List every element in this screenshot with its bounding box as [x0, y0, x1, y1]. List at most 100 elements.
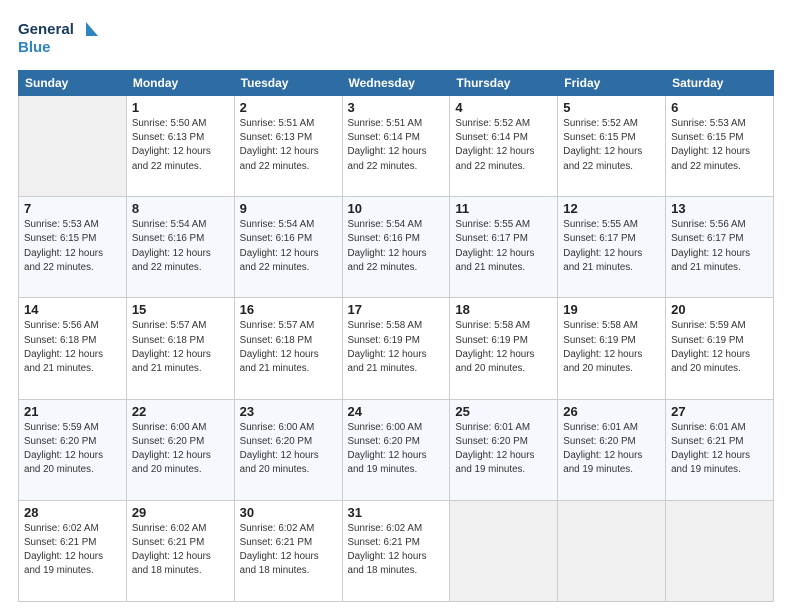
- calendar-cell: 4 Sunrise: 5:52 AMSunset: 6:14 PMDaylight…: [450, 96, 558, 197]
- calendar-cell: [666, 500, 774, 601]
- day-info: Sunrise: 5:51 AMSunset: 6:14 PMDaylight:…: [348, 117, 445, 174]
- day-info: Sunrise: 6:02 AMSunset: 6:21 PMDaylight:…: [348, 522, 445, 579]
- day-info: Sunrise: 5:58 AMSunset: 6:19 PMDaylight:…: [348, 319, 445, 376]
- calendar-cell: 5Sunrise: 5:52 AMSunset: 6:15 PMDaylight…: [558, 96, 666, 197]
- week-row-3: 21 Sunrise: 5:59 AMSunset: 6:20 PMDayligh…: [19, 399, 774, 500]
- calendar-cell: 7 Sunrise: 5:53 AMSunset: 6:15 PMDaylight…: [19, 197, 127, 298]
- day-number: 14: [24, 302, 121, 317]
- day-number: 1: [132, 100, 229, 115]
- day-info: Sunrise: 5:55 AMSunset: 6:17 PMDaylight:…: [455, 218, 552, 275]
- day-number: 28: [24, 505, 121, 520]
- day-number: 3: [348, 100, 445, 115]
- calendar-cell: 16 Sunrise: 5:57 AMSunset: 6:18 PMDayligh…: [234, 298, 342, 399]
- weekday-header-saturday: Saturday: [666, 71, 774, 96]
- calendar-cell: 26 Sunrise: 6:01 AMSunset: 6:20 PMDayligh…: [558, 399, 666, 500]
- day-info: Sunrise: 5:57 AMSunset: 6:18 PMDaylight:…: [240, 319, 337, 376]
- day-info: Sunrise: 6:02 AMSunset: 6:21 PMDaylight:…: [240, 522, 337, 579]
- day-info: Sunrise: 5:59 AMSunset: 6:19 PMDaylight:…: [671, 319, 768, 376]
- day-number: 20: [671, 302, 768, 317]
- calendar-cell: 13Sunrise: 5:56 AMSunset: 6:17 PMDayligh…: [666, 197, 774, 298]
- calendar-cell: 15 Sunrise: 5:57 AMSunset: 6:18 PMDayligh…: [126, 298, 234, 399]
- day-number: 21: [24, 404, 121, 419]
- calendar-cell: 6Sunrise: 5:53 AMSunset: 6:15 PMDaylight…: [666, 96, 774, 197]
- calendar-cell: 8Sunrise: 5:54 AMSunset: 6:16 PMDaylight…: [126, 197, 234, 298]
- weekday-header-wednesday: Wednesday: [342, 71, 450, 96]
- page: General Blue SundayMondayTuesdayWednesda…: [0, 0, 792, 612]
- week-row-1: 7 Sunrise: 5:53 AMSunset: 6:15 PMDaylight…: [19, 197, 774, 298]
- day-number: 22: [132, 404, 229, 419]
- day-info: Sunrise: 5:58 AMSunset: 6:19 PMDaylight:…: [563, 319, 660, 376]
- calendar-cell: 10Sunrise: 5:54 AMSunset: 6:16 PMDayligh…: [342, 197, 450, 298]
- calendar-cell: 30 Sunrise: 6:02 AMSunset: 6:21 PMDayligh…: [234, 500, 342, 601]
- day-number: 23: [240, 404, 337, 419]
- day-number: 29: [132, 505, 229, 520]
- calendar-cell: 2 Sunrise: 5:51 AMSunset: 6:13 PMDaylight…: [234, 96, 342, 197]
- calendar-cell: [19, 96, 127, 197]
- weekday-header-row: SundayMondayTuesdayWednesdayThursdayFrid…: [19, 71, 774, 96]
- day-number: 19: [563, 302, 660, 317]
- day-info: Sunrise: 5:55 AMSunset: 6:17 PMDaylight:…: [563, 218, 660, 275]
- logo: General Blue: [18, 18, 98, 60]
- calendar-cell: 19 Sunrise: 5:58 AMSunset: 6:19 PMDayligh…: [558, 298, 666, 399]
- day-info: Sunrise: 5:54 AMSunset: 6:16 PMDaylight:…: [132, 218, 229, 275]
- day-number: 16: [240, 302, 337, 317]
- calendar-cell: 14 Sunrise: 5:56 AMSunset: 6:18 PMDayligh…: [19, 298, 127, 399]
- day-number: 11: [455, 201, 552, 216]
- calendar-cell: 11 Sunrise: 5:55 AMSunset: 6:17 PMDayligh…: [450, 197, 558, 298]
- day-info: Sunrise: 6:01 AMSunset: 6:20 PMDaylight:…: [563, 421, 660, 478]
- day-number: 27: [671, 404, 768, 419]
- day-info: Sunrise: 5:53 AMSunset: 6:15 PMDaylight:…: [24, 218, 121, 275]
- day-number: 2: [240, 100, 337, 115]
- calendar-cell: 27 Sunrise: 6:01 AMSunset: 6:21 PMDayligh…: [666, 399, 774, 500]
- day-number: 26: [563, 404, 660, 419]
- calendar-cell: 28 Sunrise: 6:02 AMSunset: 6:21 PMDayligh…: [19, 500, 127, 601]
- calendar-cell: 24 Sunrise: 6:00 AMSunset: 6:20 PMDayligh…: [342, 399, 450, 500]
- day-number: 31: [348, 505, 445, 520]
- calendar-cell: 31 Sunrise: 6:02 AMSunset: 6:21 PMDayligh…: [342, 500, 450, 601]
- day-info: Sunrise: 6:02 AMSunset: 6:21 PMDaylight:…: [24, 522, 121, 579]
- day-info: Sunrise: 6:01 AMSunset: 6:21 PMDaylight:…: [671, 421, 768, 478]
- calendar-cell: 18 Sunrise: 5:58 AMSunset: 6:19 PMDayligh…: [450, 298, 558, 399]
- logo-svg: General Blue: [18, 18, 98, 60]
- calendar-cell: 25 Sunrise: 6:01 AMSunset: 6:20 PMDayligh…: [450, 399, 558, 500]
- week-row-0: 1 Sunrise: 5:50 AMSunset: 6:13 PMDaylight…: [19, 96, 774, 197]
- day-number: 18: [455, 302, 552, 317]
- calendar-table: SundayMondayTuesdayWednesdayThursdayFrid…: [18, 70, 774, 602]
- day-number: 4: [455, 100, 552, 115]
- day-info: Sunrise: 6:01 AMSunset: 6:20 PMDaylight:…: [455, 421, 552, 478]
- day-number: 25: [455, 404, 552, 419]
- day-info: Sunrise: 5:59 AMSunset: 6:20 PMDaylight:…: [24, 421, 121, 478]
- weekday-header-sunday: Sunday: [19, 71, 127, 96]
- day-info: Sunrise: 5:54 AMSunset: 6:16 PMDaylight:…: [240, 218, 337, 275]
- day-number: 6: [671, 100, 768, 115]
- day-number: 15: [132, 302, 229, 317]
- day-number: 12: [563, 201, 660, 216]
- calendar-cell: 22Sunrise: 6:00 AMSunset: 6:20 PMDayligh…: [126, 399, 234, 500]
- day-number: 5: [563, 100, 660, 115]
- day-number: 24: [348, 404, 445, 419]
- day-info: Sunrise: 5:56 AMSunset: 6:17 PMDaylight:…: [671, 218, 768, 275]
- weekday-header-thursday: Thursday: [450, 71, 558, 96]
- calendar-cell: 21 Sunrise: 5:59 AMSunset: 6:20 PMDayligh…: [19, 399, 127, 500]
- day-info: Sunrise: 5:58 AMSunset: 6:19 PMDaylight:…: [455, 319, 552, 376]
- day-info: Sunrise: 5:51 AMSunset: 6:13 PMDaylight:…: [240, 117, 337, 174]
- day-number: 7: [24, 201, 121, 216]
- day-number: 9: [240, 201, 337, 216]
- day-info: Sunrise: 5:56 AMSunset: 6:18 PMDaylight:…: [24, 319, 121, 376]
- svg-text:Blue: Blue: [18, 39, 51, 56]
- calendar-cell: 20 Sunrise: 5:59 AMSunset: 6:19 PMDayligh…: [666, 298, 774, 399]
- calendar-cell: 9 Sunrise: 5:54 AMSunset: 6:16 PMDaylight…: [234, 197, 342, 298]
- week-row-4: 28 Sunrise: 6:02 AMSunset: 6:21 PMDayligh…: [19, 500, 774, 601]
- day-info: Sunrise: 5:57 AMSunset: 6:18 PMDaylight:…: [132, 319, 229, 376]
- day-info: Sunrise: 5:50 AMSunset: 6:13 PMDaylight:…: [132, 117, 229, 174]
- day-number: 17: [348, 302, 445, 317]
- day-info: Sunrise: 6:00 AMSunset: 6:20 PMDaylight:…: [348, 421, 445, 478]
- svg-text:General: General: [18, 21, 74, 38]
- calendar-cell: [558, 500, 666, 601]
- day-number: 30: [240, 505, 337, 520]
- weekday-header-friday: Friday: [558, 71, 666, 96]
- weekday-header-tuesday: Tuesday: [234, 71, 342, 96]
- calendar-cell: 12 Sunrise: 5:55 AMSunset: 6:17 PMDayligh…: [558, 197, 666, 298]
- calendar-cell: 1 Sunrise: 5:50 AMSunset: 6:13 PMDaylight…: [126, 96, 234, 197]
- day-info: Sunrise: 5:52 AMSunset: 6:14 PMDaylight:…: [455, 117, 552, 174]
